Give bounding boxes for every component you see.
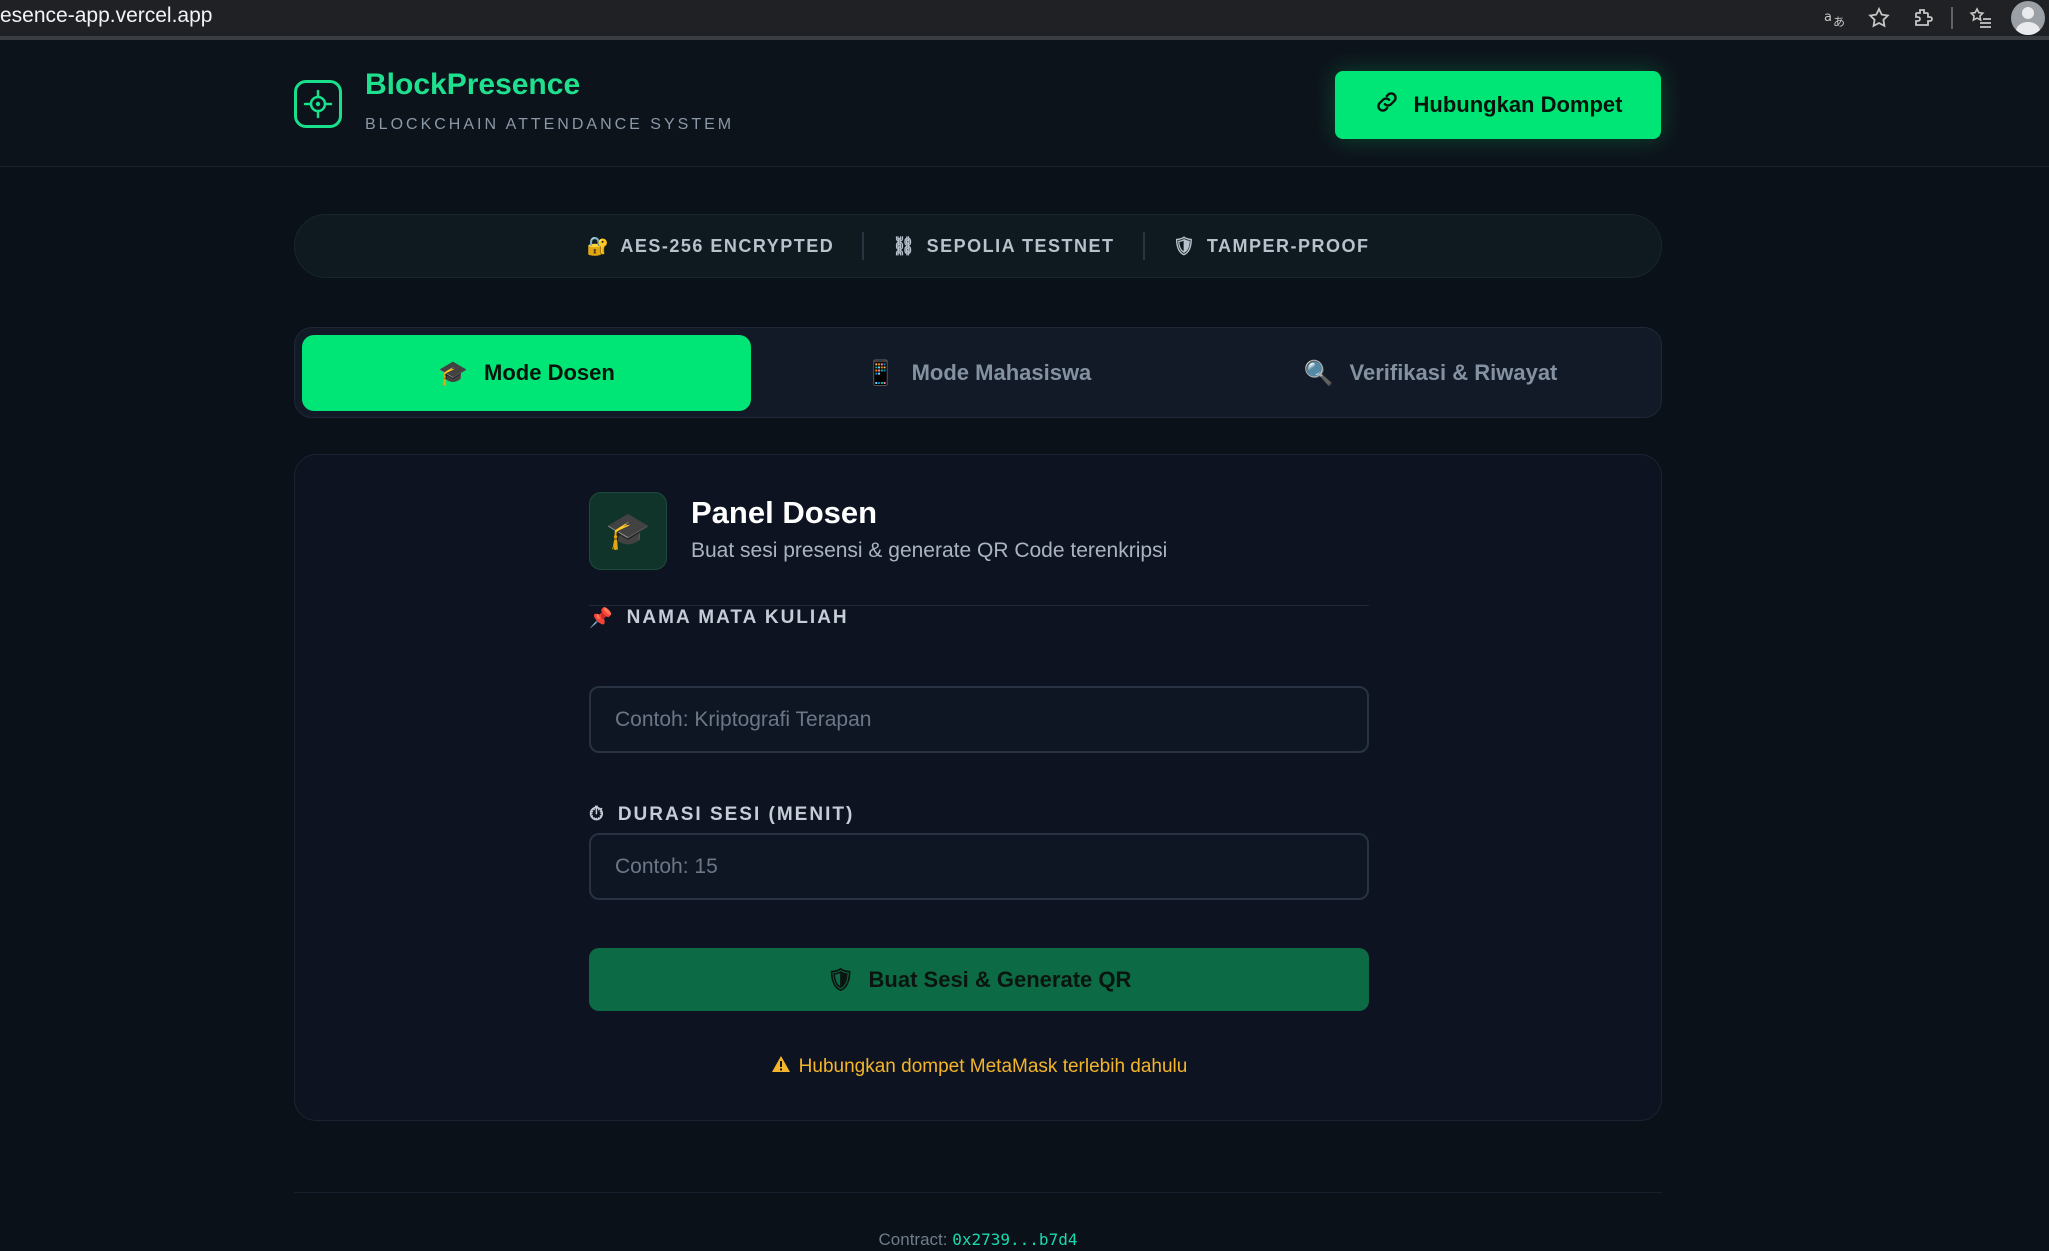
contract-label: Contract:	[878, 1230, 948, 1249]
extensions-icon[interactable]	[1901, 0, 1945, 36]
tab-mode-dosen[interactable]: 🎓 Mode Dosen	[302, 335, 751, 411]
session-duration-label: ⏱ DURASI SESI (MENIT)	[589, 804, 854, 826]
link-icon	[1374, 89, 1400, 121]
brand-title: BlockPresence	[365, 68, 581, 101]
create-session-button[interactable]: 🛡 Buat Sesi & Generate QR	[589, 948, 1369, 1011]
security-features-strip: 🔐 AES-256 ENCRYPTED ⛓ SEPOLIA TESTNET 🛡 …	[294, 214, 1662, 278]
brand-logo-icon	[294, 80, 342, 128]
contract-address-link[interactable]: 0x2739...b7d4	[952, 1230, 1077, 1249]
tab-mode-mahasiswa[interactable]: 📱 Mode Mahasiswa	[754, 335, 1203, 411]
address-bar-url[interactable]: esence-app.vercel.app	[0, 4, 212, 28]
security-item-encryption: 🔐 AES-256 ENCRYPTED	[558, 236, 862, 257]
tab-label: Verifikasi & Riwayat	[1349, 360, 1558, 385]
tab-verifikasi-riwayat[interactable]: 🔍 Verifikasi & Riwayat	[1206, 335, 1655, 411]
panel-title: Panel Dosen	[691, 495, 878, 530]
warning-icon	[771, 1055, 791, 1079]
phone-icon: 📱	[865, 359, 896, 387]
footer-contract: Contract: 0x2739...b7d4	[0, 1230, 1956, 1250]
profile-avatar[interactable]	[2011, 1, 2045, 35]
mode-tabs: 🎓 Mode Dosen 📱 Mode Mahasiswa 🔍 Verifika…	[294, 327, 1662, 418]
course-name-input[interactable]	[589, 686, 1369, 753]
shield-icon: 🛡	[826, 966, 855, 992]
tab-label: Mode Mahasiswa	[911, 360, 1092, 385]
create-session-label: Buat Sesi & Generate QR	[868, 966, 1132, 992]
translate-icon[interactable]: aあ	[1813, 0, 1857, 36]
session-duration-input[interactable]	[589, 833, 1369, 900]
tab-label: Mode Dosen	[484, 360, 615, 385]
security-label: SEPOLIA TESTNET	[926, 235, 1115, 256]
lecturer-panel: 🎓 Panel Dosen Buat sesi presensi & gener…	[294, 454, 1662, 1121]
connect-wallet-button[interactable]: Hubungkan Dompet	[1335, 71, 1661, 139]
chain-icon: ⛓	[892, 235, 917, 256]
shield-icon: 🛡	[1172, 235, 1197, 256]
app-header: BlockPresence BLOCKCHAIN ATTENDANCE SYST…	[0, 40, 2049, 167]
svg-text:あ: あ	[1833, 15, 1845, 29]
wallet-warning: Hubungkan dompet MetaMask terlebih dahul…	[589, 1055, 1369, 1079]
reading-list-icon[interactable]	[1959, 0, 2003, 36]
connect-wallet-label: Hubungkan Dompet	[1413, 92, 1623, 117]
panel-subtitle: Buat sesi presensi & generate QR Code te…	[691, 539, 1168, 562]
graduation-cap-icon: 🎓	[438, 359, 469, 387]
browser-actions: aあ	[1813, 0, 2049, 36]
security-item-network: ⛓ SEPOLIA TESTNET	[864, 236, 1142, 257]
footer-divider	[294, 1192, 1662, 1193]
brand-subtitle: BLOCKCHAIN ATTENDANCE SYSTEM	[365, 116, 735, 133]
session-duration-label-text: DURASI SESI (MENIT)	[617, 804, 855, 825]
toolbar-divider	[1951, 7, 1953, 29]
graduation-cap-icon: 🎓	[589, 492, 667, 570]
course-name-label: 📌 NAMA MATA KULIAH	[589, 606, 849, 630]
lock-icon: 🔐	[586, 235, 611, 256]
security-label: AES-256 ENCRYPTED	[620, 235, 835, 256]
bookmark-star-icon[interactable]	[1857, 0, 1901, 36]
svg-text:a: a	[1824, 10, 1832, 25]
pin-icon: 📌	[589, 608, 615, 629]
browser-toolbar: esence-app.vercel.app aあ	[0, 0, 2049, 40]
security-label: TAMPER-PROOF	[1206, 235, 1370, 256]
stopwatch-icon: ⏱	[589, 804, 606, 825]
wallet-warning-text: Hubungkan dompet MetaMask terlebih dahul…	[798, 1056, 1188, 1077]
security-item-tamper: 🛡 TAMPER-PROOF	[1145, 236, 1398, 257]
course-name-label-text: NAMA MATA KULIAH	[626, 607, 849, 628]
magnifier-icon: 🔍	[1303, 359, 1334, 387]
